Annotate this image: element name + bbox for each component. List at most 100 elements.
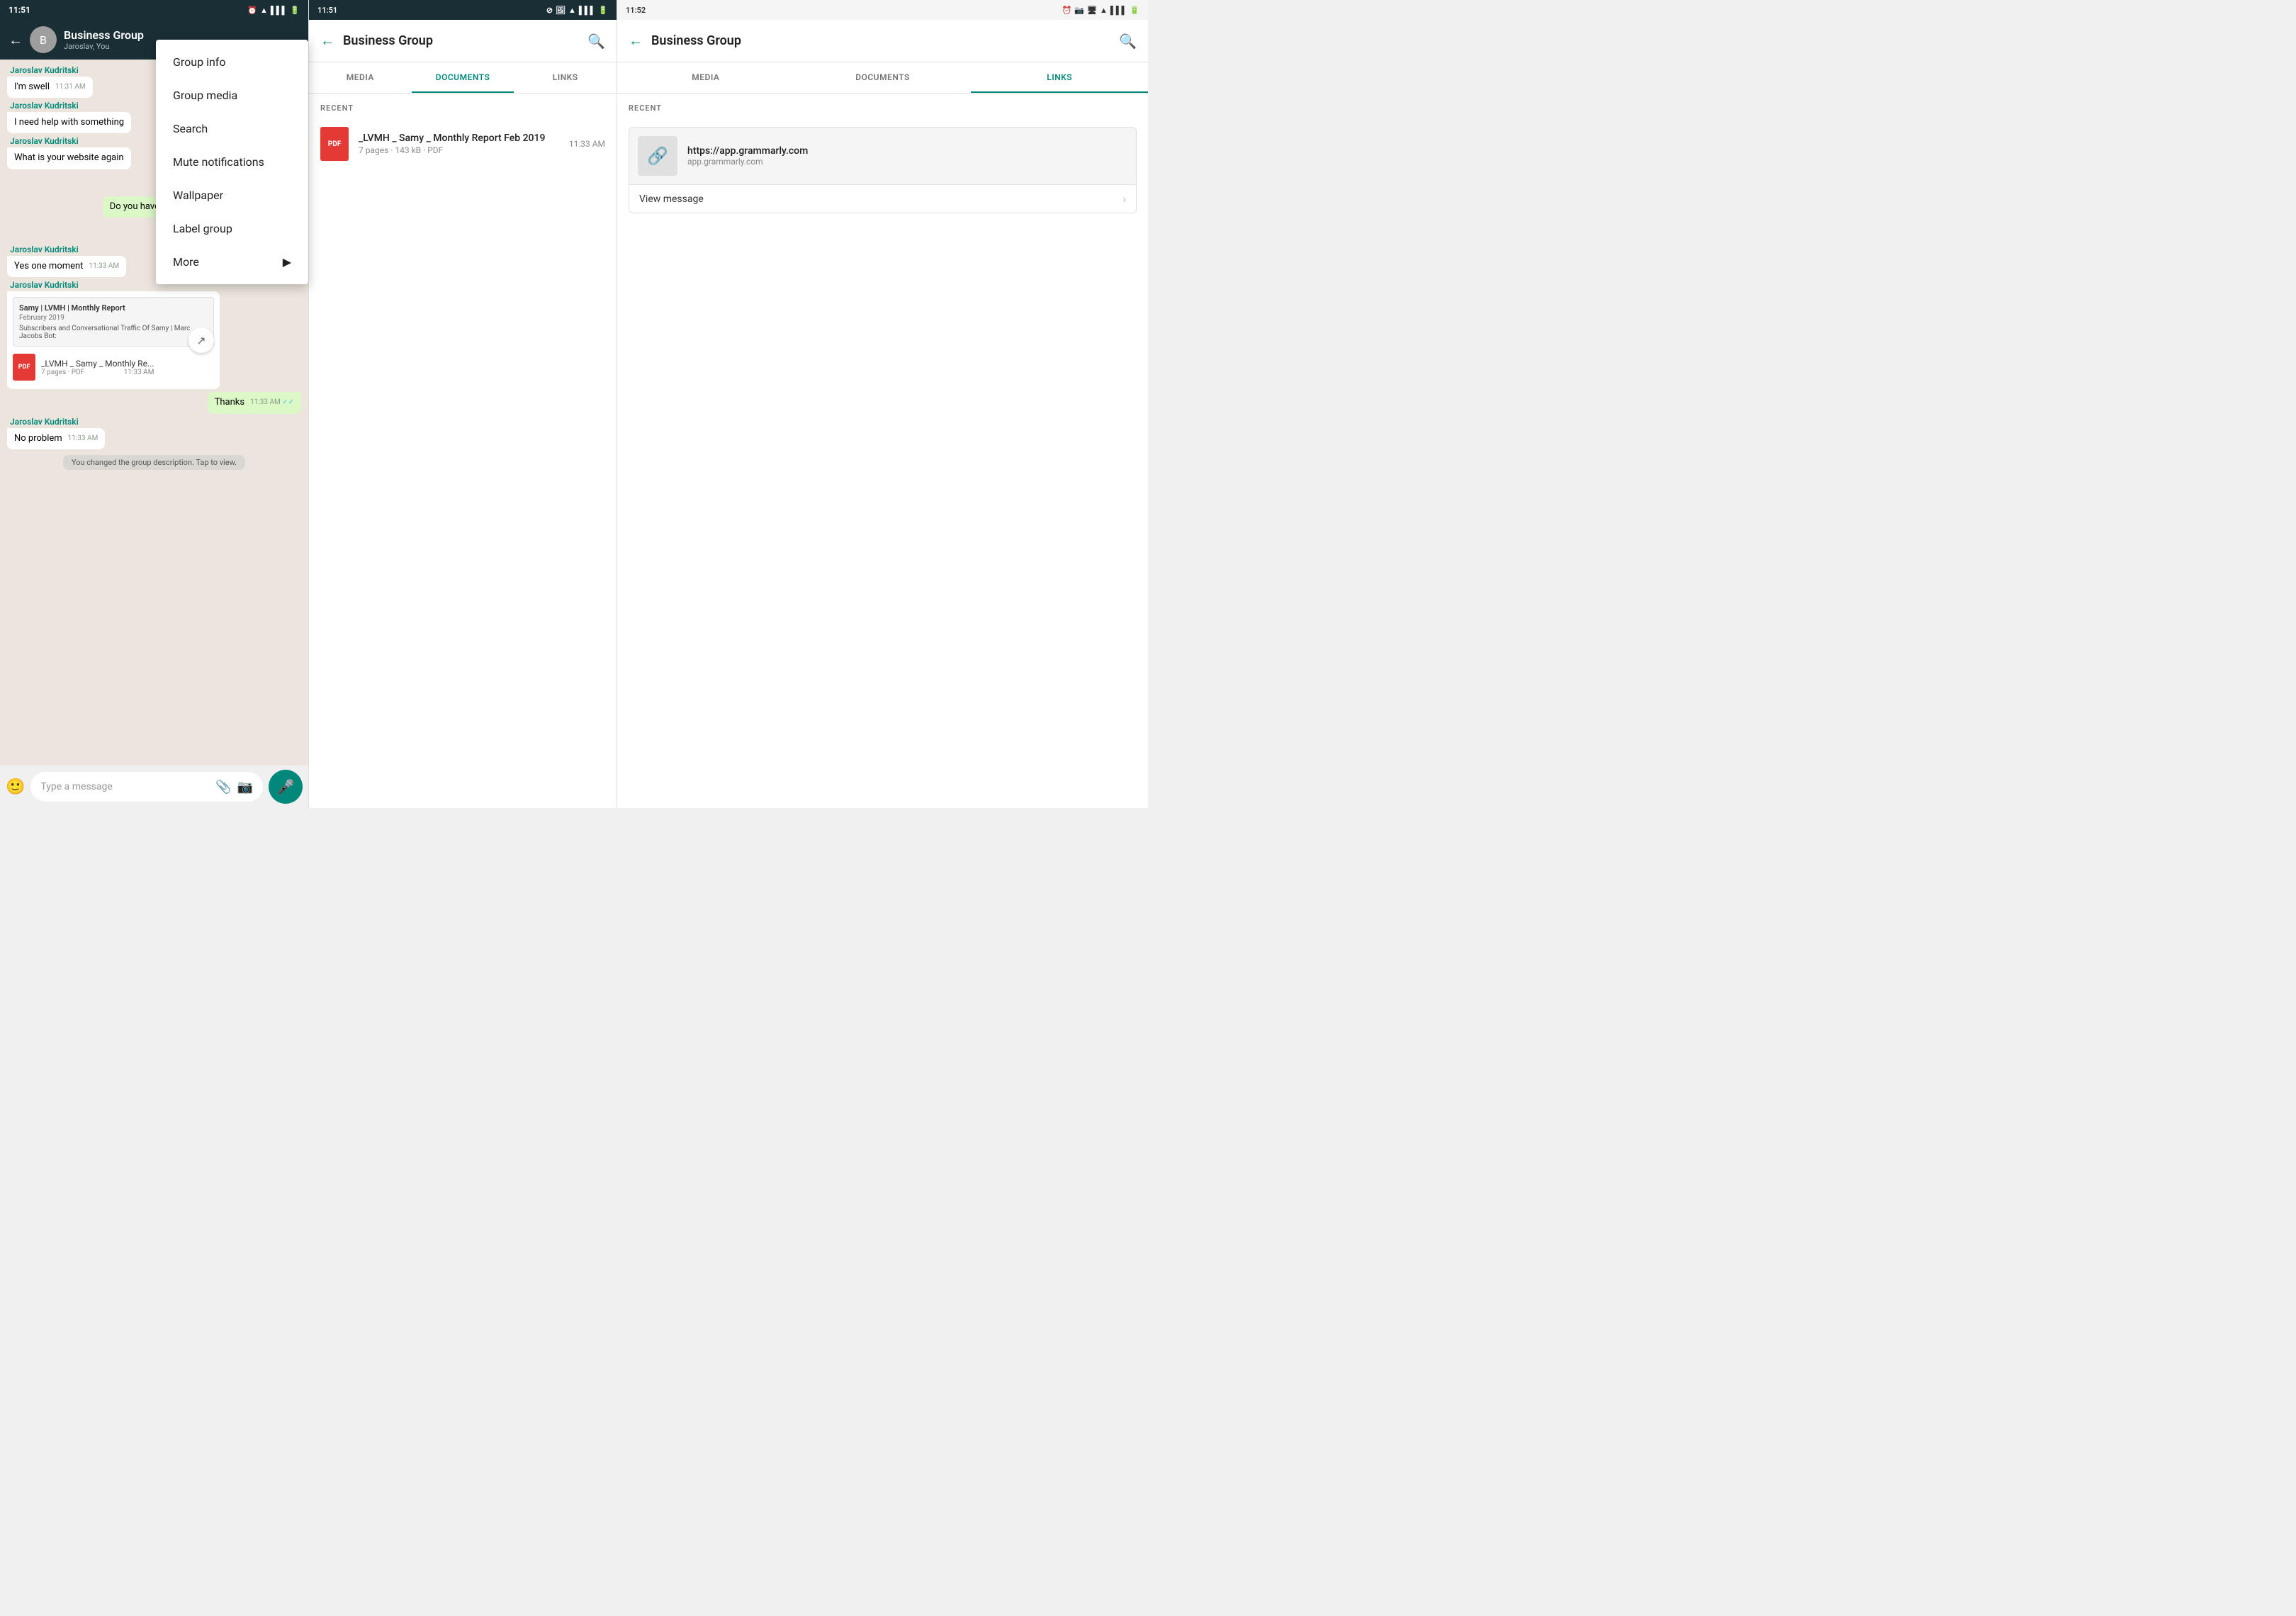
do-not-disturb-icon: ⊘ [546,6,553,15]
left-chat-panel: 11:51 ⏰ ▲ ▌▌▌ 🔋 ← B Business Group Jaros… [0,0,308,808]
doc-preview-body: Subscribers and Conversational Traffic O… [19,325,208,340]
doc-filename-info: _LVMH _ Samy _ Monthly Re... 7 pages · P… [41,359,154,376]
monitor-icon-right: 🖥 [1087,6,1097,15]
right-header: ← Business Group 🔍 [617,20,1148,62]
tab-media-mid[interactable]: MEDIA [309,62,412,93]
menu-item-group-media[interactable]: Group media [156,79,308,112]
sender-name: Jaroslav Kudritski [7,136,79,146]
status-time-left: 11:51 [9,5,30,15]
document-list-item[interactable]: PDF _LVMH _ Samy _ Monthly Report Feb 20… [309,118,617,169]
signal-icon-right: ▌▌▌ [1110,6,1127,15]
section-label-right: RECENT [617,94,1148,118]
search-button-right[interactable]: 🔍 [1119,33,1137,50]
tabs-row-mid: MEDIA DOCUMENTS LINKS [309,62,617,94]
doc-preview-sub: February 2019 [19,314,208,322]
menu-item-label: More [173,255,199,269]
mic-button[interactable]: 🎤 [269,770,303,804]
sender-name: Jaroslav Kudritski [7,65,79,75]
message-input-placeholder[interactable]: Type a message [40,781,210,792]
back-button[interactable]: ← [9,31,23,49]
view-message-row[interactable]: View message › [629,184,1136,213]
doc-preview: Samy | LVMH | Monthly Report February 20… [13,297,214,347]
status-bar-right: 11:52 ⏰ 📷 🖥 ▲ ▌▌▌ 🔋 [617,0,1148,20]
menu-item-wallpaper[interactable]: Wallpaper [156,179,308,212]
tab-links-right[interactable]: LINKS [971,62,1148,93]
doc-details: 7 pages · 143 kB · PDF [359,145,559,155]
sender-name: Jaroslav Kudritski [7,280,79,290]
battery-icon-right: 🔋 [1130,6,1139,15]
menu-item-mute[interactable]: Mute notifications [156,145,308,179]
tab-documents-mid[interactable]: DOCUMENTS [412,62,514,93]
status-icons-left: ⏰ ▲ ▌▌▌ 🔋 [247,6,300,15]
menu-item-label: Group media [173,89,237,102]
link-card[interactable]: 🔗 https://app.grammarly.com app.grammarl… [629,127,1137,213]
wifi-icon-right: ▲ [1100,6,1108,15]
doc-filename: _LVMH _ Samy _ Monthly Re... [41,359,154,369]
dropdown-menu: Group info Group media Search Mute notif… [156,40,308,284]
sender-name: Jaroslav Kudritski [7,101,79,111]
menu-item-search[interactable]: Search [156,112,308,145]
back-button-right[interactable]: ← [629,32,643,50]
menu-item-label-group[interactable]: Label group [156,212,308,245]
view-message-label: View message [639,193,704,205]
attach-icon[interactable]: 📎 [215,780,231,795]
document-bubble[interactable]: Samy | LVMH | Monthly Report February 20… [7,291,220,389]
message-input-box: Type a message 📎 📷 [30,772,263,802]
doc-time: 11:33 AM [124,369,154,376]
avatar: B [30,26,57,53]
message-bubble: Thanks 11:33 AM ✓✓ [208,392,301,413]
message-time: 11:33 AM [89,262,119,271]
camera-icon-right: 📷 [1074,6,1084,15]
pdf-icon: PDF [13,354,35,381]
chevron-right-icon: ▶ [283,255,291,269]
right-links-panel: 11:52 ⏰ 📷 🖥 ▲ ▌▌▌ 🔋 ← Business Group 🔍 M… [617,0,1148,808]
tab-links-mid[interactable]: LINKS [514,62,617,93]
wifi-icon: ▲ [260,6,268,15]
doc-title-text: _LVMH _ Samy _ Monthly Report Feb 2019 [359,133,559,144]
share-button[interactable]: ↗ [188,327,214,353]
camera-icon[interactable]: 📷 [237,780,253,795]
link-text-info: https://app.grammarly.com app.grammarly.… [687,145,1127,167]
link-icon: 🔗 [638,136,677,176]
menu-item-group-info[interactable]: Group info [156,45,308,79]
middle-documents-panel: 11:51 ⊘ 🖼 ▲ ▌▌▌ 🔋 ← Business Group 🔍 MED… [308,0,617,808]
message-row: Thanks 11:33 AM ✓✓ [7,392,301,413]
menu-item-more[interactable]: More ▶ [156,245,308,279]
message-time: 11:31 AM [55,82,86,92]
mid-header: ← Business Group 🔍 [309,20,617,62]
doc-file-row: PDF _LVMH _ Samy _ Monthly Re... 7 pages… [13,351,214,383]
chat-input-bar: 🙂 Type a message 📎 📷 🎤 [0,765,308,808]
link-card-content: 🔗 https://app.grammarly.com app.grammarl… [629,128,1136,184]
chevron-right-icon: › [1122,192,1126,206]
section-label-mid: RECENT [309,94,617,118]
wifi-icon: ▲ [568,6,576,15]
tab-documents-right[interactable]: DOCUMENTS [794,62,972,93]
signal-icon: ▌▌▌ [271,6,287,15]
message-bubble: Yes one moment 11:33 AM [7,256,126,277]
message-bubble: No problem 11:33 AM [7,428,105,449]
panel-title-mid: Business Group [343,33,579,48]
status-time-right: 11:52 [626,6,646,15]
tab-media-right[interactable]: MEDIA [617,62,794,93]
status-time-mid: 11:51 [317,6,337,15]
doc-preview-title: Samy | LVMH | Monthly Report [19,303,208,313]
sender-name: Jaroslav Kudritski [7,245,79,254]
doc-file-meta: 7 pages · PDF 11:33 AM [41,369,154,376]
status-icons-mid: ⊘ 🖼 ▲ ▌▌▌ 🔋 [546,6,608,15]
link-url-sub: app.grammarly.com [687,157,1127,167]
menu-item-label: Search [173,122,208,135]
battery-icon: 🔋 [598,6,608,15]
image-icon: 🖼 [556,6,565,15]
search-button-mid[interactable]: 🔍 [587,33,605,50]
panel-title-right: Business Group [651,33,1110,48]
emoji-icon[interactable]: 🙂 [6,778,25,796]
doc-info: _LVMH _ Samy _ Monthly Report Feb 2019 7… [359,133,559,155]
back-button-mid[interactable]: ← [320,32,334,50]
system-message[interactable]: You changed the group description. Tap t… [63,455,245,470]
menu-item-label: Mute notifications [173,155,264,169]
message-time: 11:33 AM ✓✓ [250,398,294,408]
sender-name: Jaroslav Kudritski [7,417,79,427]
message-bubble: What is your website again [7,147,131,169]
battery-icon: 🔋 [290,6,300,15]
status-icons-right: ⏰ 📷 🖥 ▲ ▌▌▌ 🔋 [1062,6,1139,15]
